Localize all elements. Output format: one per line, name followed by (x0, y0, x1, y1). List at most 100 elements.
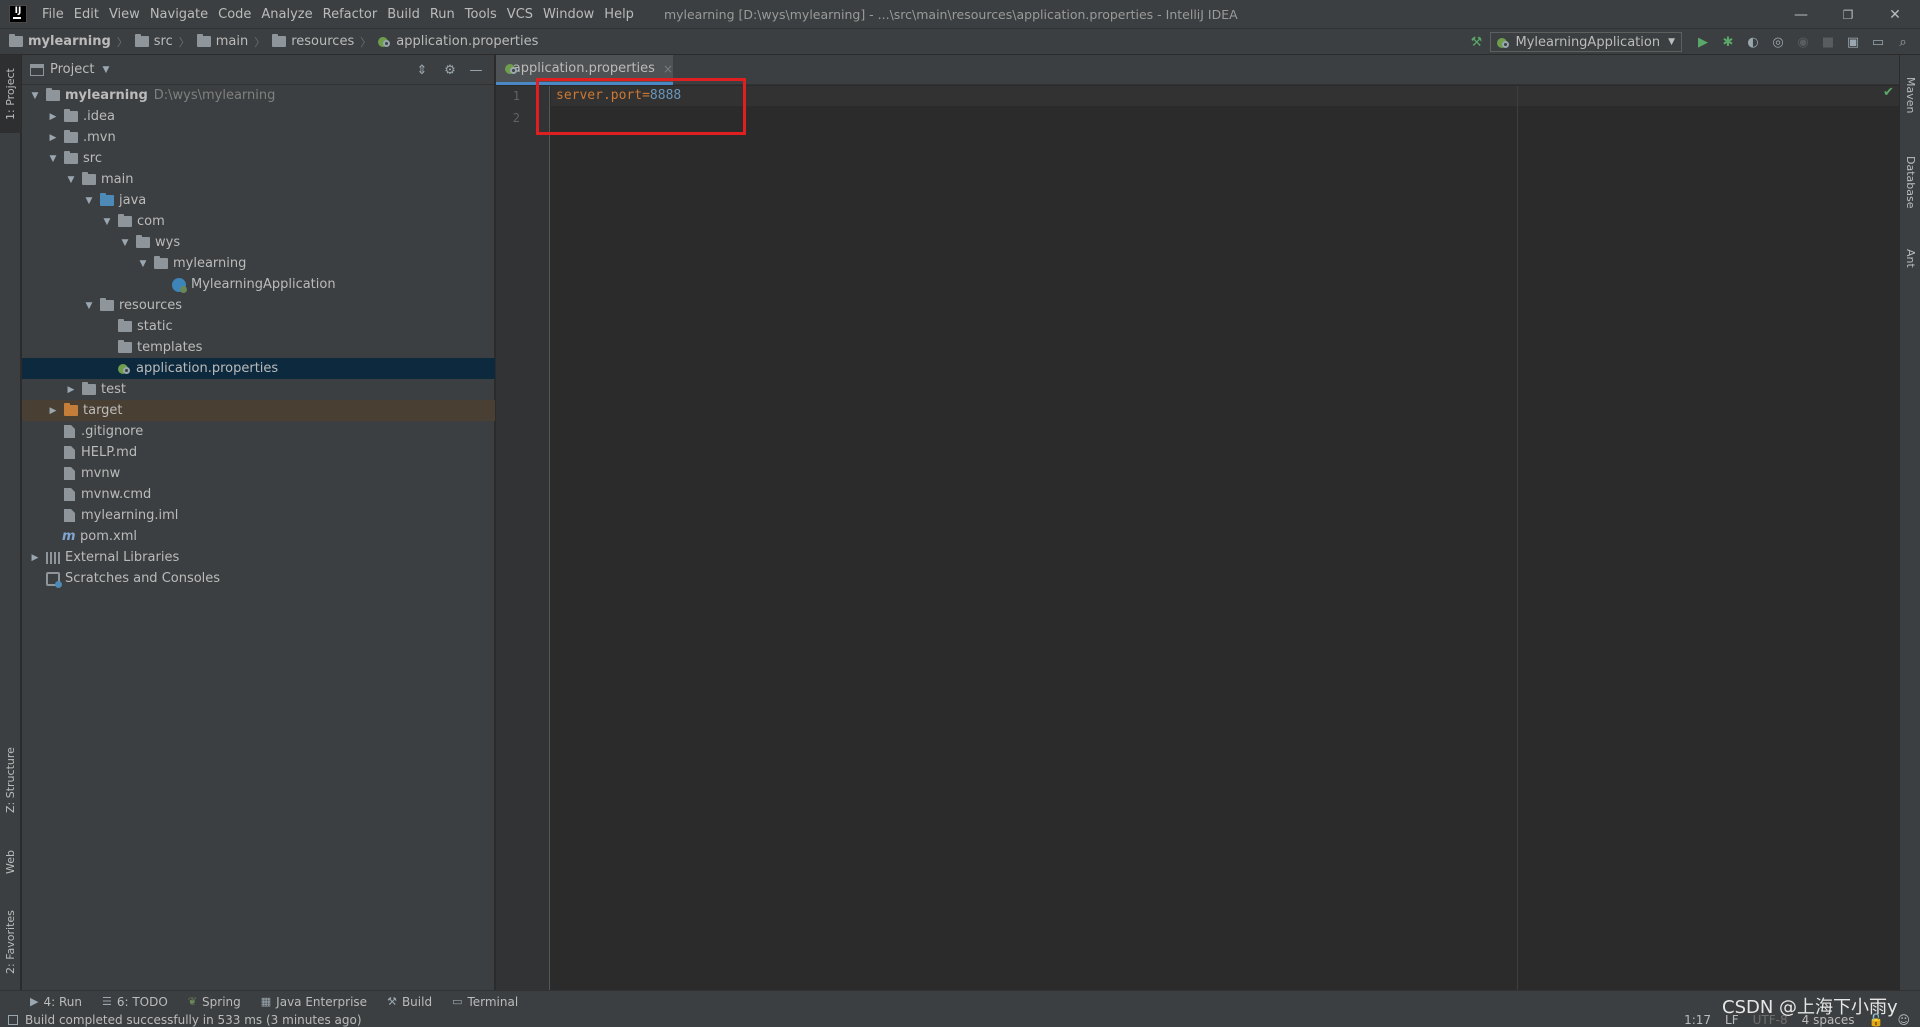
tree-item-label: templates (137, 340, 203, 355)
gear-icon[interactable]: ⚙ (442, 62, 458, 78)
run-configuration-select[interactable]: MylearningApplication ▼ (1490, 32, 1682, 52)
close-window-button[interactable]: ✕ (1872, 0, 1918, 29)
expanded-arrow-icon[interactable]: ▼ (118, 238, 132, 248)
code-editor[interactable]: server.port=8888 (551, 86, 1899, 990)
tree-item-help-md[interactable]: HELP.md (22, 442, 495, 463)
tool-java-enterprise[interactable]: ▦ Java Enterprise (261, 995, 367, 1009)
menu-refactor[interactable]: Refactor (318, 0, 383, 29)
menu-edit[interactable]: Edit (69, 0, 104, 29)
collapsed-arrow-icon[interactable]: ▶ (46, 133, 60, 143)
breadcrumb-file[interactable]: application.properties (371, 34, 538, 49)
collapsed-arrow-icon[interactable]: ▶ (46, 406, 60, 416)
tool-todo[interactable]: ☰ 6: TODO (102, 995, 168, 1009)
tab-structure[interactable]: Z: Structure (0, 735, 21, 825)
tab-maven[interactable]: Maven (1900, 63, 1920, 128)
tree-item-mylearning-iml[interactable]: mylearning.iml (22, 505, 495, 526)
expanded-arrow-icon[interactable]: ▼ (64, 175, 78, 185)
collapsed-arrow-icon[interactable]: ▶ (46, 112, 60, 122)
profile-icon[interactable]: ◎ (1767, 31, 1789, 53)
hide-panel-icon[interactable]: — (468, 62, 484, 78)
coverage-icon[interactable]: ◐ (1742, 31, 1764, 53)
menu-tools[interactable]: Tools (460, 0, 502, 29)
tree-item-wys[interactable]: ▼ wys (22, 232, 495, 253)
tree-item-test[interactable]: ▶ test (22, 379, 495, 400)
menu-file[interactable]: File (37, 0, 69, 29)
collapse-all-icon[interactable]: ⇕ (414, 62, 430, 78)
tab-project[interactable]: 1: Project (0, 55, 21, 133)
breadcrumb-separator-icon: 〉 (116, 35, 128, 49)
restore-button[interactable]: ❐ (1825, 0, 1871, 29)
tree-item-mylearning-package[interactable]: ▼ mylearning (22, 253, 495, 274)
tree-item-mvn[interactable]: ▶ .mvn (22, 127, 495, 148)
expanded-arrow-icon[interactable]: ▼ (82, 196, 96, 206)
tool-spring[interactable]: ❦ Spring (188, 995, 241, 1009)
minimize-button[interactable]: — (1778, 0, 1824, 29)
tree-item-src[interactable]: ▼ src (22, 148, 495, 169)
menu-analyze[interactable]: Analyze (256, 0, 317, 29)
expanded-arrow-icon[interactable]: ▼ (136, 259, 150, 269)
menu-vcs[interactable]: VCS (502, 0, 538, 29)
tree-item-label: pom.xml (80, 529, 137, 544)
breadcrumb-resources[interactable]: resources 〉 (265, 34, 371, 50)
menu-window[interactable]: Window (538, 0, 599, 29)
attach-icon[interactable]: ◉ (1792, 31, 1814, 53)
tree-item-resources[interactable]: ▼ resources (22, 295, 495, 316)
chevron-down-icon[interactable]: ▼ (102, 65, 109, 75)
tool-terminal[interactable]: ▭ Terminal (452, 995, 518, 1009)
tree-item-mvnw-cmd[interactable]: mvnw.cmd (22, 484, 495, 505)
menu-code[interactable]: Code (213, 0, 256, 29)
caret-position[interactable]: 1:17 (1684, 1013, 1711, 1027)
tree-item-java[interactable]: ▼ java (22, 190, 495, 211)
expanded-arrow-icon[interactable]: ▼ (82, 301, 96, 311)
project-view-select[interactable]: Project (50, 62, 94, 77)
tree-item-project-root[interactable]: ▼ mylearning D:\wys\mylearning (22, 85, 495, 106)
tree-item-application-properties[interactable]: application.properties (22, 358, 495, 379)
tree-item-com[interactable]: ▼ com (22, 211, 495, 232)
breadcrumb-project[interactable]: mylearning 〉 (0, 34, 128, 50)
folder-icon (134, 34, 149, 47)
tree-item-pom-xml[interactable]: m pom.xml (22, 526, 495, 547)
tree-item-mvnw[interactable]: mvnw (22, 463, 495, 484)
tree-item-mylearning-application[interactable]: MylearningApplication (22, 274, 495, 295)
project-structure-icon[interactable]: ▣ (1842, 31, 1864, 53)
expanded-arrow-icon[interactable]: ▼ (46, 154, 60, 164)
tree-item-external-libraries[interactable]: ▶ External Libraries (22, 547, 495, 568)
collapsed-arrow-icon[interactable]: ▶ (28, 553, 42, 563)
tree-item-scratches[interactable]: Scratches and Consoles (22, 568, 495, 589)
menu-view[interactable]: View (104, 0, 145, 29)
collapsed-arrow-icon[interactable]: ▶ (64, 385, 78, 395)
tab-ant[interactable]: Ant (1900, 233, 1920, 283)
status-toggle-icon[interactable] (8, 1014, 18, 1025)
tree-item-templates[interactable]: templates (22, 337, 495, 358)
project-view-icon (30, 63, 44, 76)
build-hammer-icon[interactable]: ⚒ (1465, 31, 1487, 53)
expanded-arrow-icon[interactable]: ▼ (100, 217, 114, 227)
menu-build[interactable]: Build (382, 0, 425, 29)
menu-run[interactable]: Run (425, 0, 460, 29)
tab-database[interactable]: Database (1900, 140, 1920, 225)
spring-icon: ❦ (187, 995, 198, 1008)
expanded-arrow-icon[interactable]: ▼ (28, 91, 42, 101)
menu-navigate[interactable]: Navigate (145, 0, 213, 29)
tree-item-gitignore[interactable]: .gitignore (22, 421, 495, 442)
breadcrumb-src[interactable]: src 〉 (128, 34, 190, 50)
run-icon[interactable]: ▶ (1692, 31, 1714, 53)
tree-item-static[interactable]: static (22, 316, 495, 337)
close-tab-icon[interactable]: × (663, 62, 673, 76)
tree-item-main[interactable]: ▼ main (22, 169, 495, 190)
menu-help[interactable]: Help (599, 0, 639, 29)
tree-item-target[interactable]: ▶ target (22, 400, 495, 421)
tab-favorites[interactable]: 2: Favorites (0, 897, 21, 987)
inspection-ok-icon[interactable]: ✔ (1883, 85, 1894, 100)
inspector-icon[interactable]: ☺ (1897, 1013, 1910, 1027)
tree-item-idea[interactable]: ▶ .idea (22, 106, 495, 127)
status-message[interactable]: Build completed successfully in 533 ms (… (25, 1013, 362, 1027)
debug-icon[interactable]: ✱ (1717, 31, 1739, 53)
stop-icon[interactable]: ■ (1817, 31, 1839, 53)
search-icon[interactable]: ⌕ (1892, 31, 1914, 53)
tool-run[interactable]: ▶ 4: Run (30, 995, 82, 1009)
tab-web[interactable]: Web (0, 837, 21, 887)
sdk-icon[interactable]: ▭ (1867, 31, 1889, 53)
breadcrumb-main[interactable]: main 〉 (190, 34, 265, 50)
tool-build[interactable]: ⚒ Build (387, 995, 432, 1009)
